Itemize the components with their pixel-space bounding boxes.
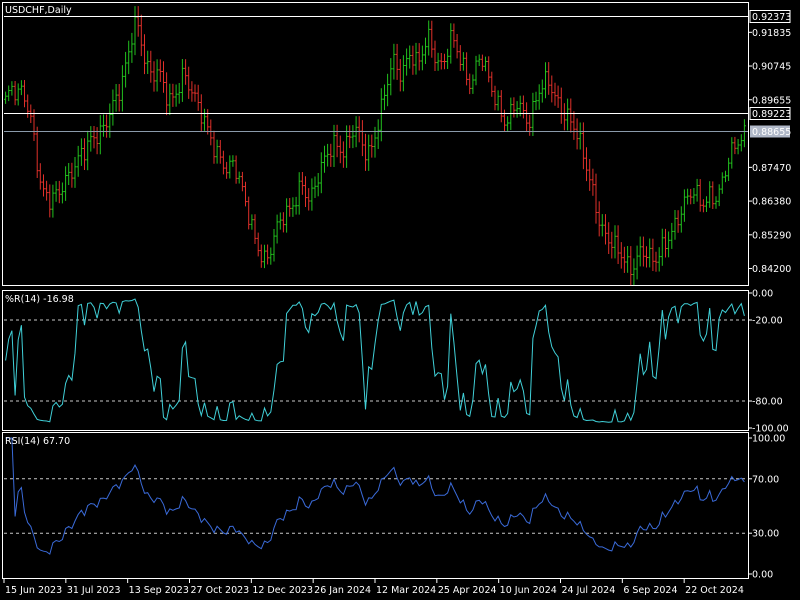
price-axis-label: 0.84200 — [752, 264, 791, 275]
rsi-axis-label: 30.00 — [752, 529, 779, 540]
time-axis-label: 22 Oct 2024 — [685, 585, 744, 596]
time-axis-label: 12 Mar 2024 — [376, 585, 436, 596]
time-axis-label: 25 Apr 2024 — [438, 585, 497, 596]
wpr-axis-label: 0.00 — [752, 289, 773, 300]
price-axis-label: 0.87470 — [752, 163, 791, 174]
time-axis-label: 26 Jan 2024 — [314, 585, 371, 596]
wpr-axis-label: -80.00 — [752, 397, 783, 408]
rsi-axis-label: 0.00 — [752, 570, 773, 581]
time-axis-label: 13 Sep 2023 — [129, 585, 189, 596]
reference-price-label: 0.92373 — [752, 12, 791, 23]
rsi-axis-label: 100.00 — [752, 434, 785, 445]
price-axis-label: 0.85290 — [752, 230, 791, 241]
time-axis-label: 12 Dec 2023 — [252, 585, 313, 596]
current-price-label: 0.88655 — [752, 127, 791, 138]
time-axis-label: 31 Jul 2023 — [67, 585, 121, 596]
time-axis-label: 6 Sep 2024 — [623, 585, 677, 596]
trading-chart[interactable]: USDCHF,Daily 0.91835 0.90745 0.89655 0.8747… — [0, 0, 800, 600]
time-axis-label: 24 Jul 2024 — [562, 585, 616, 596]
symbol-title: USDCHF,Daily — [5, 5, 72, 16]
price-axis-label: 0.90745 — [752, 62, 791, 73]
wpr-title: %R(14) -16.98 — [5, 294, 74, 305]
time-axis-label: 10 Jun 2024 — [500, 585, 557, 596]
time-axis-label: 27 Oct 2023 — [191, 585, 250, 596]
time-axis-label: 15 Jun 2023 — [5, 585, 62, 596]
rsi-axis-label: 70.00 — [752, 474, 779, 485]
price-axis-label: 0.91835 — [752, 28, 791, 39]
price-axis-label: 0.86380 — [752, 197, 791, 208]
reference-price-label: 0.89223 — [752, 109, 791, 120]
wpr-axis-label: -20.00 — [752, 316, 783, 327]
rsi-title: RSI(14) 67.70 — [5, 436, 70, 447]
price-axis-label: 0.89655 — [752, 95, 791, 106]
